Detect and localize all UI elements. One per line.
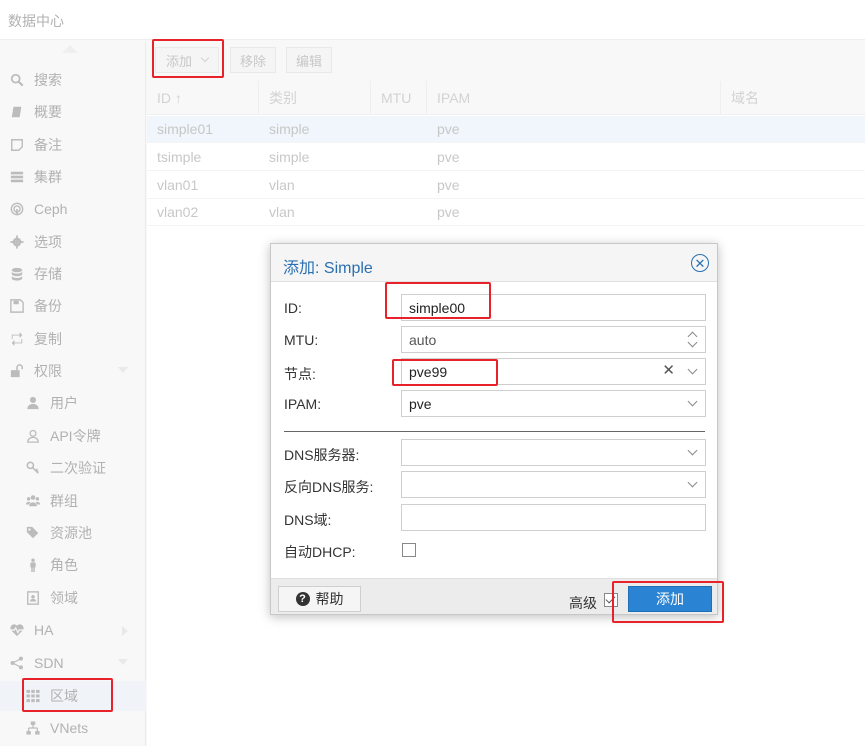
nodes-label: 节点:: [284, 366, 316, 382]
chevron-down-icon[interactable]: [687, 445, 698, 456]
dialog-footer: ? 帮助 高级 添加: [271, 578, 717, 614]
spinner-icon[interactable]: [687, 330, 698, 350]
add-zone-dialog: 添加: Simple ✕ ID: simple00 MTU: auto 节点: …: [270, 243, 718, 615]
dns-server-label: DNS服务器:: [284, 447, 360, 463]
help-button[interactable]: ? 帮助: [278, 586, 361, 612]
ipam-label: IPAM:: [284, 396, 322, 412]
section-divider: [284, 431, 705, 432]
chevron-down-icon[interactable]: [687, 477, 698, 488]
chevron-down-icon[interactable]: [687, 396, 698, 407]
auto-dhcp-label: 自动DHCP:: [284, 544, 356, 560]
id-field[interactable]: simple00: [401, 294, 706, 321]
dns-server-select[interactable]: [401, 439, 706, 466]
advanced-label: 高级: [569, 595, 597, 611]
reverse-dns-label: 反向DNS服务:: [284, 479, 374, 495]
mtu-value: auto: [409, 332, 437, 348]
reverse-dns-select[interactable]: [401, 471, 706, 498]
dns-zone-field[interactable]: [401, 504, 706, 531]
nodes-value: pve99: [409, 364, 448, 380]
question-circle-icon: ?: [295, 592, 310, 606]
dns-zone-label: DNS域:: [284, 512, 332, 528]
clear-icon[interactable]: ✕: [662, 362, 675, 380]
ipam-select[interactable]: pve: [401, 390, 706, 417]
mtu-label: MTU:: [284, 332, 319, 348]
close-icon[interactable]: ✕: [691, 254, 709, 272]
nodes-select[interactable]: pve99 ✕: [401, 358, 706, 385]
mtu-field[interactable]: auto: [401, 326, 706, 353]
advanced-checkbox[interactable]: [604, 593, 618, 607]
chevron-down-icon[interactable]: [687, 364, 698, 375]
id-value: simple00: [409, 300, 466, 316]
ipam-value: pve: [409, 396, 432, 412]
add-button[interactable]: 添加: [628, 586, 712, 612]
help-button-label: 帮助: [315, 591, 344, 607]
dialog-header: 添加: Simple ✕: [271, 244, 717, 282]
auto-dhcp-checkbox[interactable]: [402, 543, 416, 557]
dialog-title: 添加: Simple: [283, 260, 373, 277]
id-label: ID:: [284, 300, 302, 316]
